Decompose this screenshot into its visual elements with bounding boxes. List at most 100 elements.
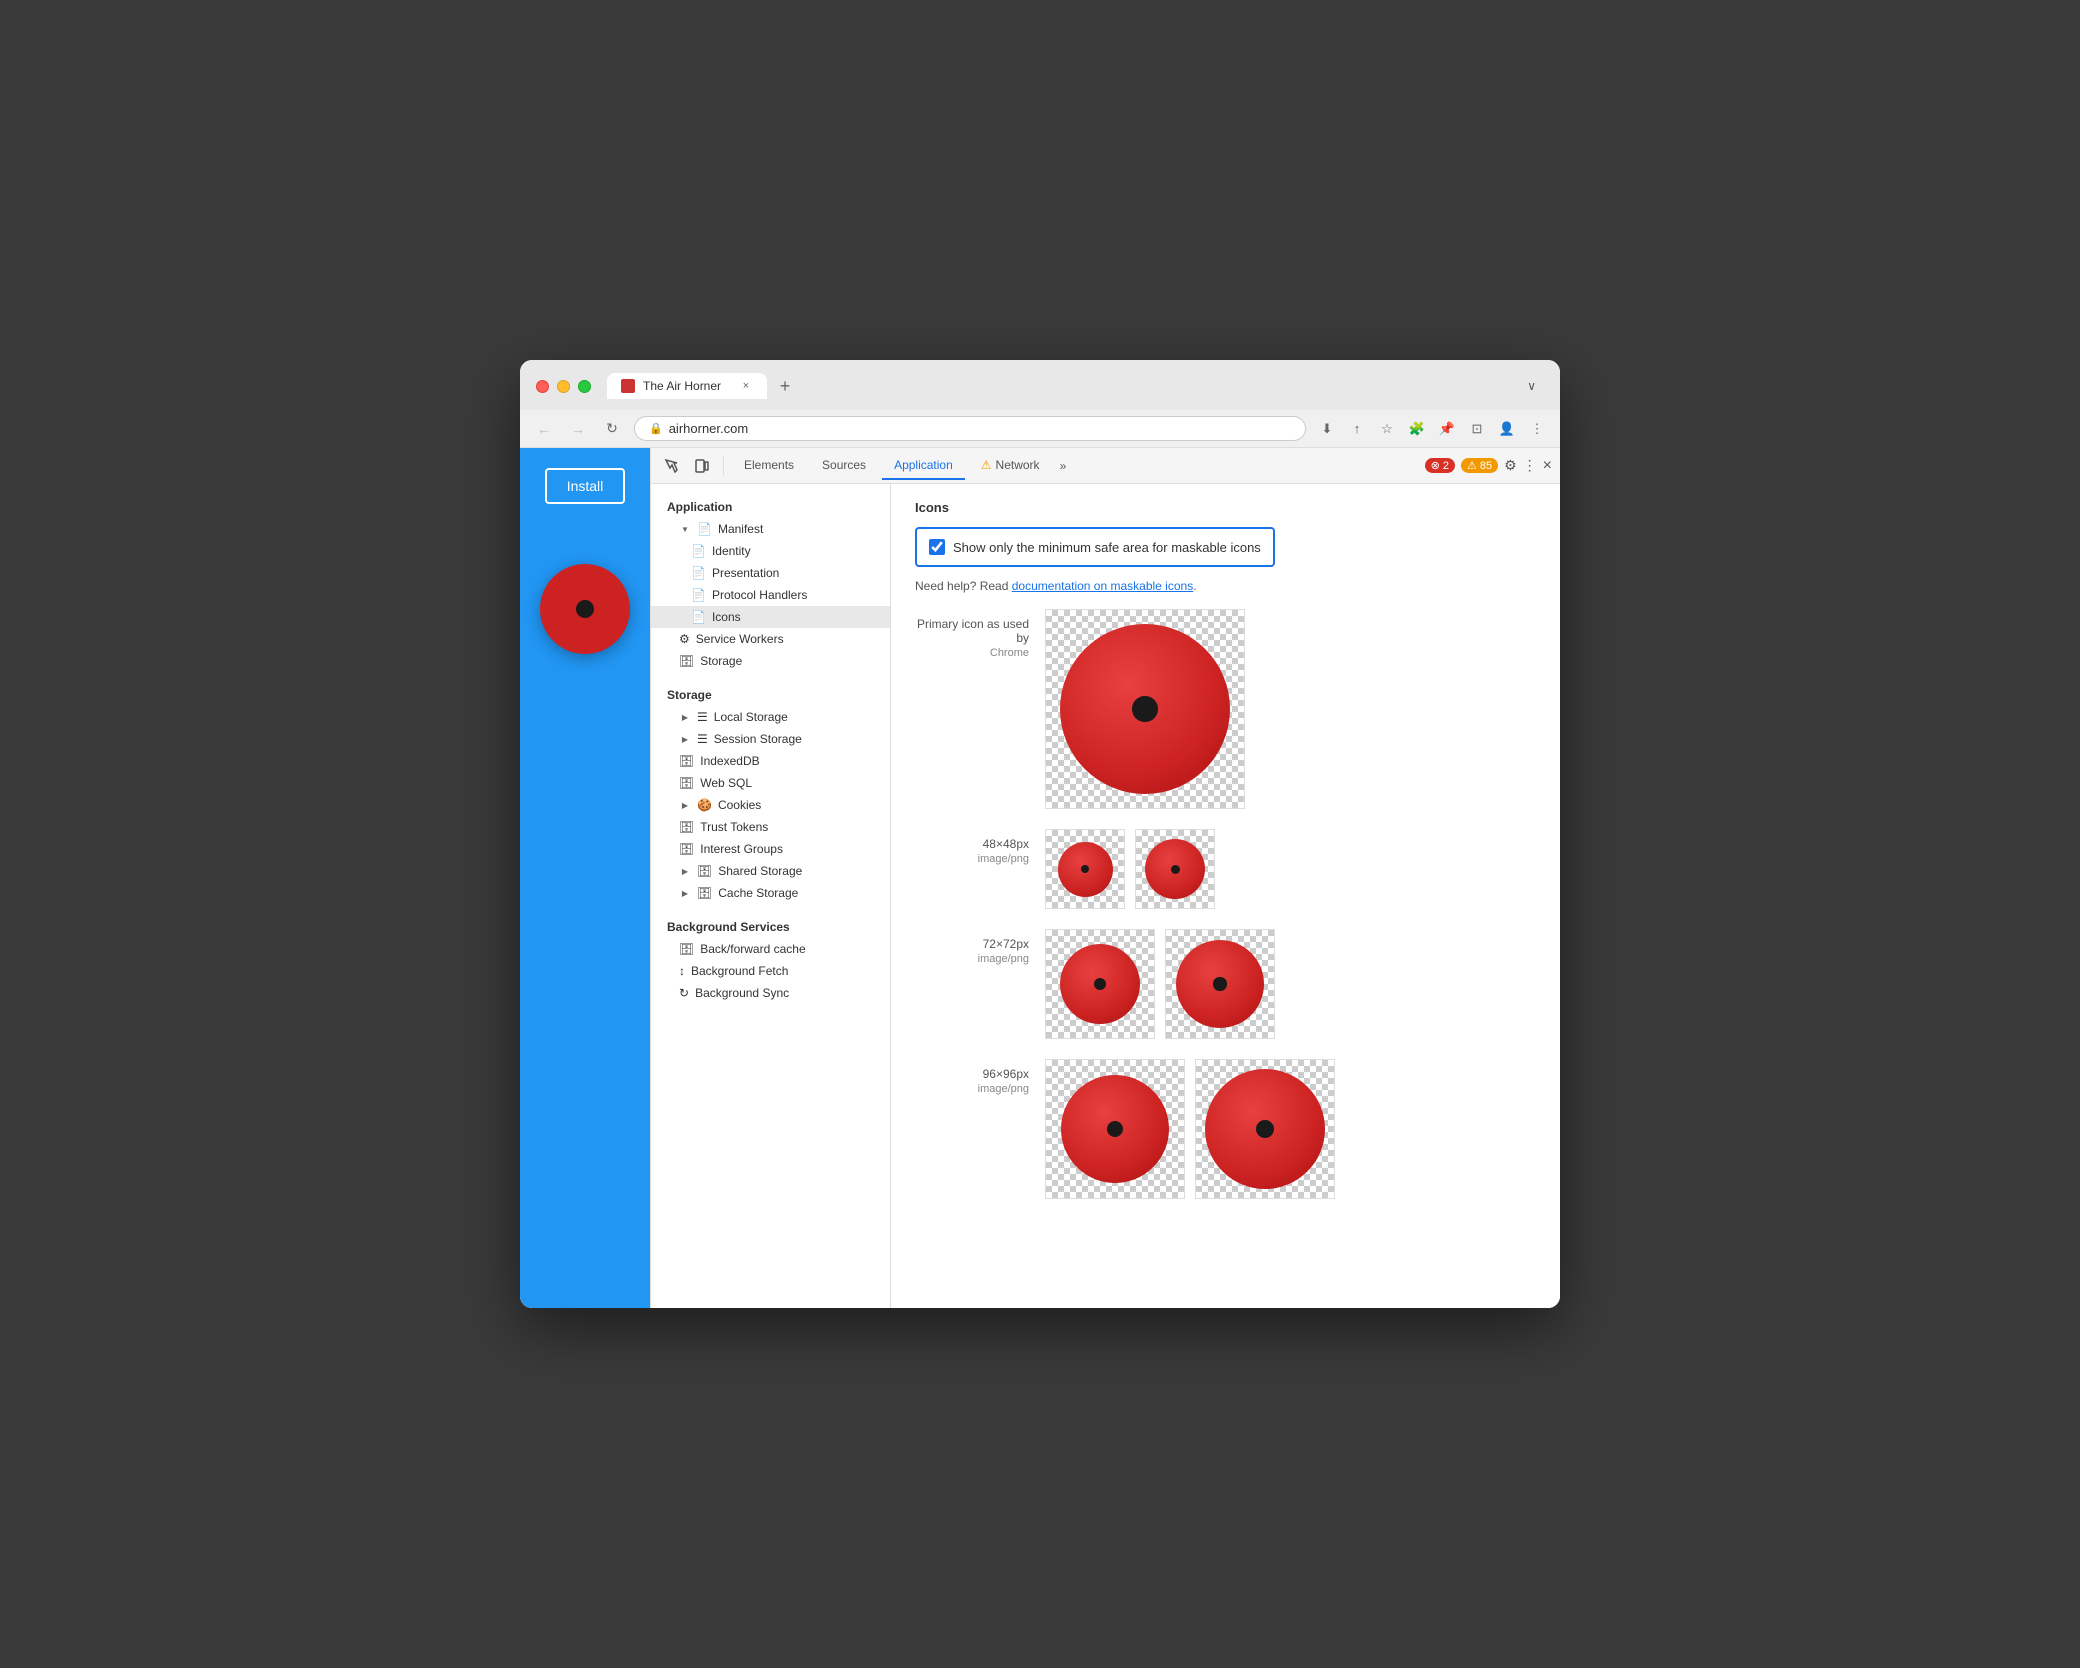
tab-favicon [621, 379, 635, 393]
nav-back-forward-cache[interactable]: 🗄 Back/forward cache [651, 938, 890, 960]
application-section-title: Application [651, 492, 890, 518]
back-button[interactable]: ← [532, 417, 556, 441]
background-sync-label: Background Sync [695, 986, 789, 1000]
warning-prefix-icon: ⚠ [1467, 459, 1477, 472]
horn-96-2 [1205, 1069, 1325, 1189]
title-bar: The Air Horner × + ∨ [520, 360, 1560, 410]
tab-network[interactable]: ⚠ Network [969, 452, 1052, 480]
main-content: Icons Show only the minimum safe area fo… [891, 484, 1560, 1308]
refresh-button[interactable]: ↻ [600, 417, 624, 441]
split-view-icon[interactable]: ⊡ [1466, 418, 1488, 440]
service-workers-icon: ⚙ [679, 632, 690, 646]
icon-72-preview-2 [1165, 929, 1275, 1039]
shared-storage-expand-icon: ▶ [679, 865, 691, 877]
icon-48-meta: 48×48px image/png [915, 829, 1045, 865]
nav-session-storage[interactable]: ▶ ☰ Session Storage [651, 728, 890, 750]
devtools-content: Application ▼ 📄 Manifest 📄 Identity 📄 Pr… [651, 484, 1560, 1308]
icons-grid: Primary icon as used by Chrome [915, 609, 1536, 1199]
account-icon[interactable]: 👤 [1496, 418, 1518, 440]
air-horn-icon [540, 564, 630, 654]
nav-shared-storage[interactable]: ▶ 🗄 Shared Storage [651, 860, 890, 882]
nav-icons[interactable]: 📄 Icons [651, 606, 890, 628]
devtools-panel: Elements Sources Application ⚠ Network »… [650, 448, 1560, 1308]
primary-label: Primary icon as used by [915, 617, 1029, 645]
download-icon[interactable]: ⬇ [1316, 418, 1338, 440]
cache-storage-expand-icon: ▶ [679, 887, 691, 899]
devtools-close-icon[interactable]: × [1543, 457, 1552, 475]
chrome-icon-preview [1045, 609, 1245, 809]
maskable-icons-checkbox[interactable] [929, 539, 945, 555]
bookmark-icon[interactable]: ☆ [1376, 418, 1398, 440]
url-text: airhorner.com [669, 421, 748, 436]
menu-icon[interactable]: ⋮ [1526, 418, 1548, 440]
active-tab[interactable]: The Air Horner × [607, 373, 767, 399]
error-badge: ⊗ 2 [1425, 458, 1455, 473]
tab-sources[interactable]: Sources [810, 452, 878, 480]
more-tabs-button[interactable]: » [1056, 453, 1071, 479]
tab-close-button[interactable]: × [739, 379, 753, 393]
network-warning-icon: ⚠ [981, 458, 992, 472]
close-button[interactable] [536, 380, 549, 393]
new-tab-button[interactable]: + [771, 372, 799, 400]
nav-trust-tokens[interactable]: 🗄 Trust Tokens [651, 816, 890, 838]
nav-cache-storage[interactable]: ▶ 🗄 Cache Storage [651, 882, 890, 904]
icon-96-samples [1045, 1059, 1335, 1199]
nav-local-storage[interactable]: ▶ ☰ Local Storage [651, 706, 890, 728]
warning-badge: ⚠ 85 [1461, 458, 1498, 473]
page-sidebar: Install [520, 448, 650, 1308]
nav-storage-app[interactable]: 🗄 Storage [651, 650, 890, 672]
devtools-settings-icon[interactable]: ⚙ [1504, 457, 1517, 474]
documentation-link[interactable]: documentation on maskable icons [1012, 579, 1193, 593]
icon-96-meta: 96×96px image/png [915, 1059, 1045, 1095]
nav-background-sync[interactable]: ↻ Background Sync [651, 982, 890, 1004]
manifest-expand-icon: ▼ [679, 523, 691, 535]
devtools-more-icon[interactable]: ⋮ [1523, 457, 1537, 474]
nav-presentation[interactable]: 📄 Presentation [651, 562, 890, 584]
help-text: Need help? Read documentation on maskabl… [915, 579, 1536, 593]
manifest-icon: 📄 [697, 522, 712, 536]
chrome-horn-icon [1060, 624, 1230, 794]
nav-indexeddb[interactable]: 🗄 IndexedDB [651, 750, 890, 772]
devtools: Install Elements Sources Application [520, 448, 1560, 1308]
back-forward-cache-icon: 🗄 [679, 942, 694, 956]
tab-more-button[interactable]: ∨ [1527, 379, 1544, 393]
interest-groups-label: Interest Groups [700, 842, 783, 856]
forward-button[interactable]: → [566, 417, 590, 441]
session-storage-expand-icon: ▶ [679, 733, 691, 745]
type-72-label: image/png [915, 953, 1029, 965]
horn-48-1 [1058, 842, 1113, 897]
tab-application[interactable]: Application [882, 452, 965, 480]
nav-protocol-handlers[interactable]: 📄 Protocol Handlers [651, 584, 890, 606]
tab-title: The Air Horner [643, 379, 731, 393]
nav-cookies[interactable]: ▶ 🍪 Cookies [651, 794, 890, 816]
nav-service-workers[interactable]: ⚙ Service Workers [651, 628, 890, 650]
error-count: 2 [1443, 460, 1449, 472]
minimize-button[interactable] [557, 380, 570, 393]
extensions-icon[interactable]: 🧩 [1406, 418, 1428, 440]
storage-app-icon: 🗄 [679, 654, 694, 668]
icon-48-preview-2 [1135, 829, 1215, 909]
icons-nav-icon: 📄 [691, 610, 706, 624]
address-field[interactable]: 🔒 airhorner.com [634, 416, 1306, 441]
identity-icon: 📄 [691, 544, 706, 558]
size-48-label: 48×48px [915, 837, 1029, 851]
caution-icon[interactable]: 📌 [1436, 418, 1458, 440]
inspect-icon[interactable] [659, 453, 685, 479]
nav-interest-groups[interactable]: 🗄 Interest Groups [651, 838, 890, 860]
nav-manifest[interactable]: ▼ 📄 Manifest [651, 518, 890, 540]
tab-elements[interactable]: Elements [732, 452, 806, 480]
icon-72-samples [1045, 929, 1275, 1039]
install-button[interactable]: Install [545, 468, 626, 504]
identity-label: Identity [712, 544, 751, 558]
nav-background-fetch[interactable]: ↕ Background Fetch [651, 960, 890, 982]
protocol-handlers-icon: 📄 [691, 588, 706, 602]
cookies-label: Cookies [718, 798, 761, 812]
device-icon[interactable] [689, 453, 715, 479]
nav-web-sql[interactable]: 🗄 Web SQL [651, 772, 890, 794]
icon-48-section: 48×48px image/png [915, 829, 1536, 909]
nav-identity[interactable]: 📄 Identity [651, 540, 890, 562]
chrome-icon-meta: Primary icon as used by Chrome [915, 609, 1045, 659]
back-forward-cache-label: Back/forward cache [700, 942, 805, 956]
maximize-button[interactable] [578, 380, 591, 393]
share-icon[interactable]: ↑ [1346, 418, 1368, 440]
